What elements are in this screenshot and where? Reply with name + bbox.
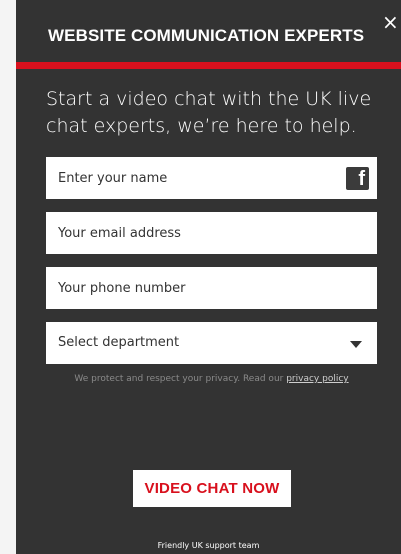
panel-header: WEBSITE COMMUNICATION EXPERTS × bbox=[16, 0, 401, 65]
header-divider bbox=[16, 62, 401, 69]
video-chat-button[interactable]: VIDEO CHAT NOW bbox=[133, 470, 291, 507]
panel-title: WEBSITE COMMUNICATION EXPERTS bbox=[48, 26, 365, 45]
phone-field-wrapper bbox=[46, 267, 377, 309]
privacy-notice: We protect and respect your privacy. Rea… bbox=[46, 374, 377, 384]
chat-panel: WEBSITE COMMUNICATION EXPERTS × Start a … bbox=[16, 0, 401, 554]
privacy-text: We protect and respect your privacy. Rea… bbox=[74, 374, 287, 384]
email-field-wrapper bbox=[46, 212, 377, 254]
name-input[interactable] bbox=[46, 157, 377, 199]
intro-text: Start a video chat with the UK live chat… bbox=[46, 88, 372, 137]
chevron-down-icon bbox=[350, 341, 362, 348]
close-icon[interactable]: × bbox=[382, 12, 399, 32]
facebook-icon[interactable]: f bbox=[346, 167, 369, 190]
facebook-glyph: f bbox=[358, 168, 365, 190]
department-select-value: Select department bbox=[58, 335, 180, 350]
email-input[interactable] bbox=[46, 212, 377, 254]
department-select[interactable]: Select department bbox=[46, 322, 377, 364]
footer-text: Friendly UK support team bbox=[157, 541, 260, 550]
privacy-policy-link[interactable]: privacy policy bbox=[286, 374, 348, 384]
name-field-wrapper: f bbox=[46, 157, 377, 199]
phone-input[interactable] bbox=[46, 267, 377, 309]
